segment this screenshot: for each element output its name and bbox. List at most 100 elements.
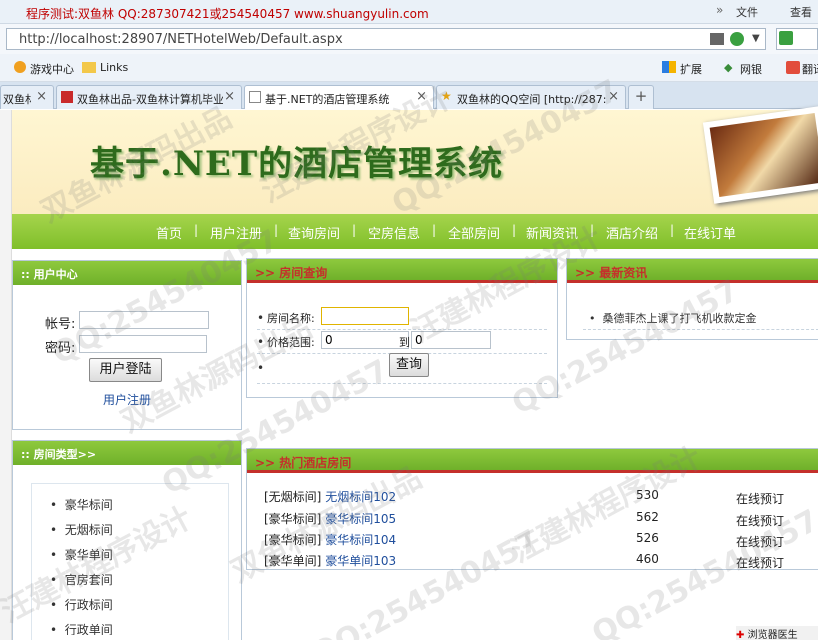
room-name[interactable]: 豪华单间103 bbox=[325, 554, 396, 568]
password-input[interactable] bbox=[79, 335, 207, 353]
nav-online-orders[interactable]: 在线订单 bbox=[684, 223, 736, 242]
user-center-header: :: 用户中心 bbox=[13, 261, 241, 285]
list-item[interactable]: • 无烟标间 bbox=[50, 521, 113, 538]
tab-label: 双鱼林的QQ空间 [http://287: bbox=[457, 93, 607, 106]
bookmark-links[interactable]: Links bbox=[100, 61, 128, 74]
room-types-header: :: 房间类型>> bbox=[13, 441, 241, 465]
tab-3-active[interactable]: 基于.NET的酒店管理系统 × bbox=[244, 85, 434, 109]
translate-icon bbox=[786, 61, 800, 74]
account-input[interactable] bbox=[79, 311, 209, 329]
room-type[interactable]: [豪华标间] bbox=[264, 512, 321, 526]
tab-4[interactable]: ★ 双鱼林的QQ空间 [http://287: × bbox=[436, 85, 626, 109]
nav-register[interactable]: 用户注册 bbox=[210, 223, 262, 242]
news-header: >> 最新资讯 bbox=[567, 259, 818, 283]
room-price: 562 bbox=[636, 510, 659, 524]
game-icon bbox=[14, 61, 26, 73]
toolbar-ebank[interactable]: 网银 bbox=[740, 61, 762, 77]
nav-search-rooms[interactable]: 查询房间 bbox=[288, 223, 340, 242]
room-price: 526 bbox=[636, 531, 659, 545]
table-row: [豪华标间] 豪华标间104 bbox=[264, 531, 396, 548]
menu-view[interactable]: 查看 bbox=[790, 4, 812, 20]
bookmarks-bar: 游戏中心 Links 扩展 ◆ 网银 翻译 bbox=[0, 54, 818, 82]
price-range-label: 价格范围: bbox=[267, 336, 315, 349]
nav-vacant-rooms[interactable]: 空房信息 bbox=[368, 223, 420, 242]
star-icon: ★ bbox=[441, 89, 452, 103]
close-icon[interactable]: × bbox=[608, 89, 619, 104]
url-text: http://localhost:28907/NETHotelWeb/Defau… bbox=[19, 32, 343, 47]
table-row: [豪华单间] 豪华单间103 bbox=[264, 552, 396, 569]
room-type[interactable]: [豪华单间] bbox=[264, 554, 321, 568]
search-button[interactable]: 查询 bbox=[389, 353, 429, 377]
tab-bar: 双鱼林 × 双鱼林出品-双鱼林计算机毕业 × 基于.NET的酒店管理系统 × ★… bbox=[0, 82, 818, 109]
price-to-input[interactable] bbox=[411, 331, 491, 349]
toolbar-extensions[interactable]: 扩展 bbox=[680, 61, 702, 77]
url-input[interactable]: http://localhost:28907/NETHotelWeb/Defau… bbox=[6, 28, 766, 50]
list-item[interactable]: • 行政标间 bbox=[50, 596, 113, 613]
list-item[interactable]: • 豪华标间 bbox=[50, 496, 113, 513]
main-nav: 首页 | 用户注册 | 查询房间 | 空房信息 | 全部房间 | 新闻资讯 | … bbox=[12, 214, 818, 249]
book-link[interactable]: 在线预订 bbox=[736, 512, 784, 529]
room-name[interactable]: 豪华标间104 bbox=[325, 533, 396, 547]
news-title: 最新资讯 bbox=[599, 266, 648, 280]
book-link[interactable]: 在线预订 bbox=[736, 554, 784, 571]
qr-icon[interactable] bbox=[710, 33, 724, 45]
room-type[interactable]: [无烟标间] bbox=[264, 490, 321, 504]
plus-icon: ✚ bbox=[736, 630, 745, 640]
page-icon bbox=[249, 91, 261, 103]
user-center-title: :: 用户中心 bbox=[21, 268, 78, 281]
page-gutter bbox=[0, 110, 12, 640]
chevron-right-icon[interactable]: » bbox=[716, 3, 723, 17]
nav-home[interactable]: 首页 bbox=[156, 223, 182, 242]
extension-icon bbox=[662, 61, 676, 73]
tab-1[interactable]: 双鱼林 × bbox=[0, 85, 54, 109]
hot-rooms-title: 热门酒店房间 bbox=[279, 456, 352, 470]
news-item[interactable]: • 桑德菲杰上课了打飞机收款定金 bbox=[589, 310, 756, 326]
room-types-list: • 豪华标间 • 无烟标间 • 豪华单间 • 官房套间 • 行政标间 • 行政单… bbox=[31, 483, 229, 640]
table-row: [豪华标间] 豪华标间105 bbox=[264, 510, 396, 527]
favicon-icon bbox=[61, 91, 73, 103]
nav-all-rooms[interactable]: 全部房间 bbox=[448, 223, 500, 242]
ie-mode-icon[interactable] bbox=[730, 32, 744, 46]
bookmark-game-center[interactable]: 游戏中心 bbox=[30, 61, 74, 77]
nav-hotel-intro[interactable]: 酒店介绍 bbox=[606, 223, 658, 242]
hot-rooms-header: >> 热门酒店房间 bbox=[247, 449, 818, 473]
room-search-panel: >> 房间查询 • 房间名称: • 价格范围: 到 • 查询 bbox=[246, 258, 558, 398]
dropdown-arrow-icon[interactable]: ▼ bbox=[752, 33, 760, 44]
book-link[interactable]: 在线预订 bbox=[736, 533, 784, 550]
room-type[interactable]: [豪华标间] bbox=[264, 533, 321, 547]
room-name[interactable]: 无烟标间102 bbox=[325, 490, 396, 504]
register-link[interactable]: 用户注册 bbox=[103, 391, 151, 408]
room-types-panel: :: 房间类型>> • 豪华标间 • 无烟标间 • 豪华单间 • 官房套间 • … bbox=[12, 440, 242, 640]
tab-label: 双鱼林出品-双鱼林计算机毕业 bbox=[77, 93, 223, 106]
toolbar-translate[interactable]: 翻译 bbox=[802, 61, 818, 77]
list-item[interactable]: • 行政单间 bbox=[50, 621, 113, 635]
folder-icon bbox=[82, 62, 96, 73]
address-bar: http://localhost:28907/NETHotelWeb/Defau… bbox=[0, 24, 818, 54]
login-button[interactable]: 用户登陆 bbox=[89, 358, 162, 382]
close-icon[interactable]: × bbox=[416, 89, 427, 104]
tab-label: 双鱼林 bbox=[3, 93, 31, 106]
browser-title-bar: 程序测试:双鱼林 QQ:287307421或254540457 www.shua… bbox=[0, 0, 818, 24]
tab-2[interactable]: 双鱼林出品-双鱼林计算机毕业 × bbox=[56, 85, 242, 109]
book-link[interactable]: 在线预订 bbox=[736, 490, 784, 507]
account-label: 帐号: bbox=[45, 317, 76, 332]
menu-file[interactable]: 文件 bbox=[736, 4, 758, 20]
status-text[interactable]: 浏览器医生 bbox=[748, 630, 798, 640]
close-icon[interactable]: × bbox=[224, 89, 235, 104]
room-search-header: >> 房间查询 bbox=[247, 259, 557, 283]
search-box[interactable] bbox=[776, 28, 818, 50]
room-types-title: 房间类型>> bbox=[33, 448, 97, 461]
price-from-input[interactable] bbox=[321, 331, 409, 349]
shield-icon: ◆ bbox=[724, 61, 733, 74]
search-icon bbox=[779, 31, 793, 45]
tab-label: 基于.NET的酒店管理系统 bbox=[265, 93, 390, 106]
window-title: 程序测试:双鱼林 QQ:287307421或254540457 www.shua… bbox=[26, 7, 429, 21]
close-icon[interactable]: × bbox=[36, 89, 47, 104]
list-item[interactable]: • 豪华单间 bbox=[50, 546, 113, 563]
table-row: [无烟标间] 无烟标间102 bbox=[264, 488, 396, 505]
room-name[interactable]: 豪华标间105 bbox=[325, 512, 396, 526]
list-item[interactable]: • 官房套间 bbox=[50, 571, 113, 588]
nav-news[interactable]: 新闻资讯 bbox=[526, 223, 578, 242]
new-tab-button[interactable]: + bbox=[628, 85, 654, 109]
room-name-input[interactable] bbox=[321, 307, 409, 325]
